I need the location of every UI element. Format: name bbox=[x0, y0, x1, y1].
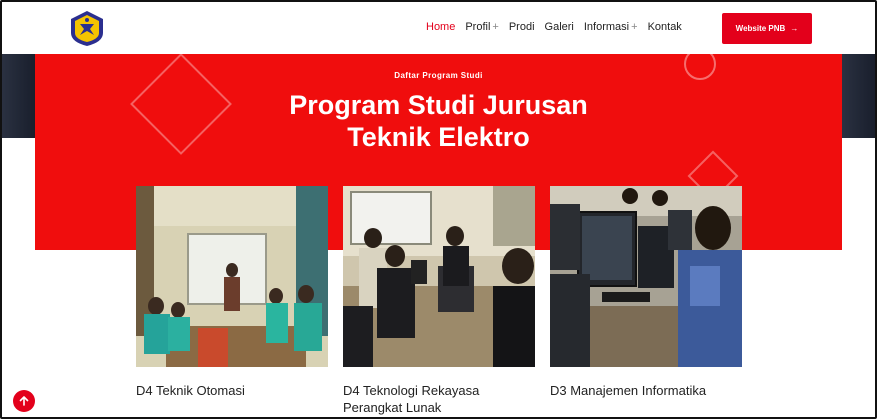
program-card-title-line1: D4 Teknologi Rekayasa bbox=[343, 383, 480, 398]
nav-galeri[interactable]: Galeri bbox=[545, 21, 574, 33]
nav-galeri-label: Galeri bbox=[544, 21, 574, 33]
arrow-up-icon bbox=[19, 396, 29, 406]
university-logo[interactable] bbox=[68, 9, 106, 47]
background-image-right bbox=[842, 54, 875, 138]
page-frame: Home Profil + Prodi Galeri Informasi + K… bbox=[0, 0, 877, 419]
program-card-title[interactable]: D4 Teknologi Rekayasa Perangkat Lunak bbox=[343, 382, 535, 416]
program-card-trpl[interactable]: D4 Teknologi Rekayasa Perangkat Lunak bbox=[343, 186, 535, 416]
hero-subtitle: Daftar Program Studi bbox=[394, 71, 483, 80]
plus-icon: + bbox=[492, 21, 499, 33]
main-nav: Home Profil + Prodi Galeri Informasi + K… bbox=[426, 21, 692, 33]
program-card-title[interactable]: D4 Teknik Otomasi bbox=[136, 382, 328, 399]
hero-title: Program Studi Jurusan Teknik Elektro bbox=[35, 89, 842, 153]
background-image-left bbox=[2, 54, 35, 138]
computer-lab-photo-2[interactable] bbox=[550, 186, 742, 367]
nav-prodi-label: Prodi bbox=[508, 21, 535, 33]
website-pnb-label: Website PNB bbox=[735, 24, 786, 33]
nav-kontak[interactable]: Kontak bbox=[648, 21, 682, 33]
nav-informasi[interactable]: Informasi + bbox=[584, 21, 638, 33]
site-header: Home Profil + Prodi Galeri Informasi + K… bbox=[2, 2, 875, 54]
nav-prodi[interactable]: Prodi bbox=[509, 21, 535, 33]
nav-profil-label: Profil bbox=[465, 21, 491, 33]
hero-title-line1: Program Studi Jurusan bbox=[289, 90, 588, 120]
hero-title-line2: Teknik Elektro bbox=[347, 122, 530, 152]
arrow-right-icon: → bbox=[790, 24, 799, 33]
computer-lab-photo[interactable] bbox=[343, 186, 535, 367]
program-card-title-line2: Perangkat Lunak bbox=[343, 400, 442, 415]
program-card-title[interactable]: D3 Manajemen Informatika bbox=[550, 382, 742, 399]
plus-icon: + bbox=[631, 21, 638, 33]
nav-home[interactable]: Home bbox=[426, 21, 455, 33]
website-pnb-button[interactable]: Website PNB → bbox=[722, 13, 812, 44]
classroom-photo[interactable] bbox=[136, 186, 328, 367]
program-card-mi[interactable]: D3 Manajemen Informatika bbox=[550, 186, 742, 399]
back-to-top-button[interactable] bbox=[13, 390, 35, 412]
nav-informasi-label: Informasi bbox=[583, 21, 630, 33]
nav-kontak-label: Kontak bbox=[647, 21, 682, 33]
nav-home-label: Home bbox=[426, 21, 456, 33]
program-card-otomasi[interactable]: D4 Teknik Otomasi bbox=[136, 186, 328, 399]
nav-profil[interactable]: Profil + bbox=[465, 21, 499, 33]
